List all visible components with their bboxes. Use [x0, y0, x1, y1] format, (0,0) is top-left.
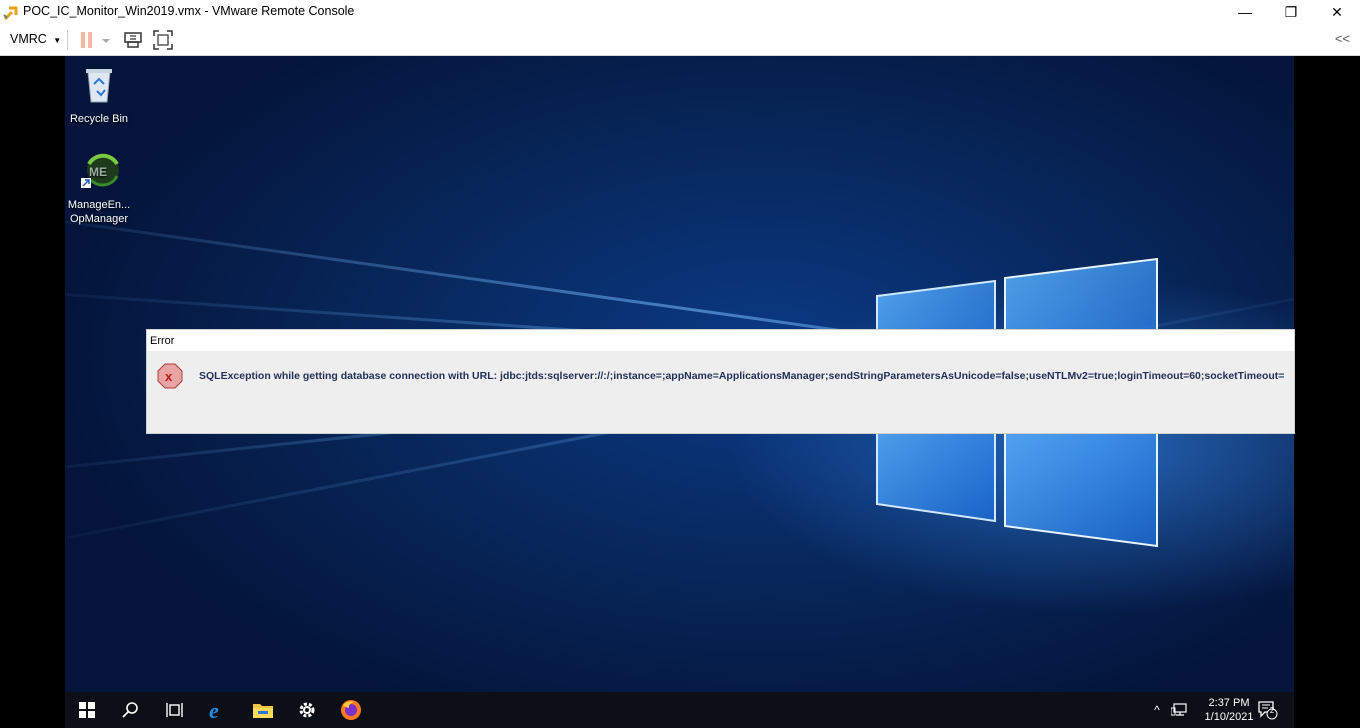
console-right-margin [1294, 56, 1360, 728]
notifications-count: 2 [1269, 706, 1275, 715]
title-bar: POC_IC_Monitor_Win2019.vmx - VMware Remo… [0, 0, 1360, 24]
action-center-button[interactable]: 2 [1255, 692, 1281, 728]
taskbar: e ^ 2:37 PM 1/10/2021 2 [65, 692, 1294, 728]
minimize-icon: — [1238, 4, 1252, 20]
restore-icon: ❐ [1284, 3, 1298, 20]
minimize-button[interactable]: — [1222, 0, 1268, 24]
clock-time: 2:37 PM [1208, 697, 1250, 709]
search-icon [122, 702, 138, 718]
manageengine-label-line1: ManageEn... [67, 199, 131, 211]
clock[interactable]: 2:37 PM 1/10/2021 [1194, 696, 1264, 724]
edge-button[interactable]: e [197, 692, 241, 728]
collapse-toolbar-button[interactable]: << [1335, 31, 1350, 46]
firefox-button[interactable] [329, 692, 373, 728]
chevron-down-icon: ▼ [53, 36, 62, 45]
firefox-icon [341, 700, 361, 720]
edge-icon: e [209, 699, 219, 721]
console-left-margin [0, 56, 65, 728]
manageengine-label-line2: OpManager [69, 213, 129, 225]
desktop-icon-recycle-bin[interactable]: Recycle Bin [65, 64, 133, 126]
desktop-icon-manageengine[interactable]: ME ManageEn... OpManager [65, 150, 133, 226]
show-hidden-icons-button[interactable]: ^ [1149, 692, 1165, 728]
dialog-title-bar[interactable]: Error [147, 330, 1294, 351]
task-view-icon [166, 703, 183, 717]
file-explorer-icon [253, 704, 273, 718]
error-icon: x [157, 363, 183, 389]
toolbar-separator [67, 30, 68, 50]
error-dialog: Error x SQLException while getting datab… [147, 330, 1294, 433]
recycle-bin-icon [86, 69, 112, 103]
window-title: POC_IC_Monitor_Win2019.vmx - VMware Remo… [23, 4, 355, 18]
vmrc-toolbar: VMRC ▼ << [0, 24, 1360, 56]
network-tray-button[interactable] [1169, 692, 1189, 728]
settings-button[interactable] [285, 692, 329, 728]
fullscreen-icon[interactable] [152, 29, 174, 51]
manageengine-icon: ME [81, 153, 119, 188]
network-icon [1171, 703, 1187, 716]
recycle-bin-label: Recycle Bin [69, 113, 129, 125]
pause-icon[interactable] [76, 29, 98, 51]
chevron-up-icon: ^ [1154, 703, 1160, 717]
dropdown-arrow-icon[interactable] [99, 29, 113, 51]
search-button[interactable] [109, 692, 153, 728]
close-icon: ✕ [1331, 3, 1343, 20]
vmrc-menu-button[interactable]: VMRC ▼ [10, 32, 61, 46]
restore-button[interactable]: ❐ [1268, 0, 1314, 24]
task-view-button[interactable] [153, 692, 197, 728]
svg-text:ME: ME [89, 165, 107, 179]
svg-text:x: x [165, 369, 173, 384]
settings-icon [299, 702, 315, 718]
clock-date: 1/10/2021 [1204, 711, 1254, 723]
svg-text:e: e [209, 699, 219, 721]
file-explorer-button[interactable] [241, 692, 285, 728]
dialog-title: Error [150, 335, 175, 347]
start-button[interactable] [65, 692, 109, 728]
send-ctrl-alt-del-icon[interactable] [122, 29, 144, 51]
start-icon [79, 702, 95, 718]
vmrc-menu-label: VMRC [10, 32, 47, 46]
close-button[interactable]: ✕ [1314, 0, 1360, 24]
vmrc-app-icon [3, 6, 18, 21]
error-message: SQLException while getting database conn… [199, 370, 1285, 382]
